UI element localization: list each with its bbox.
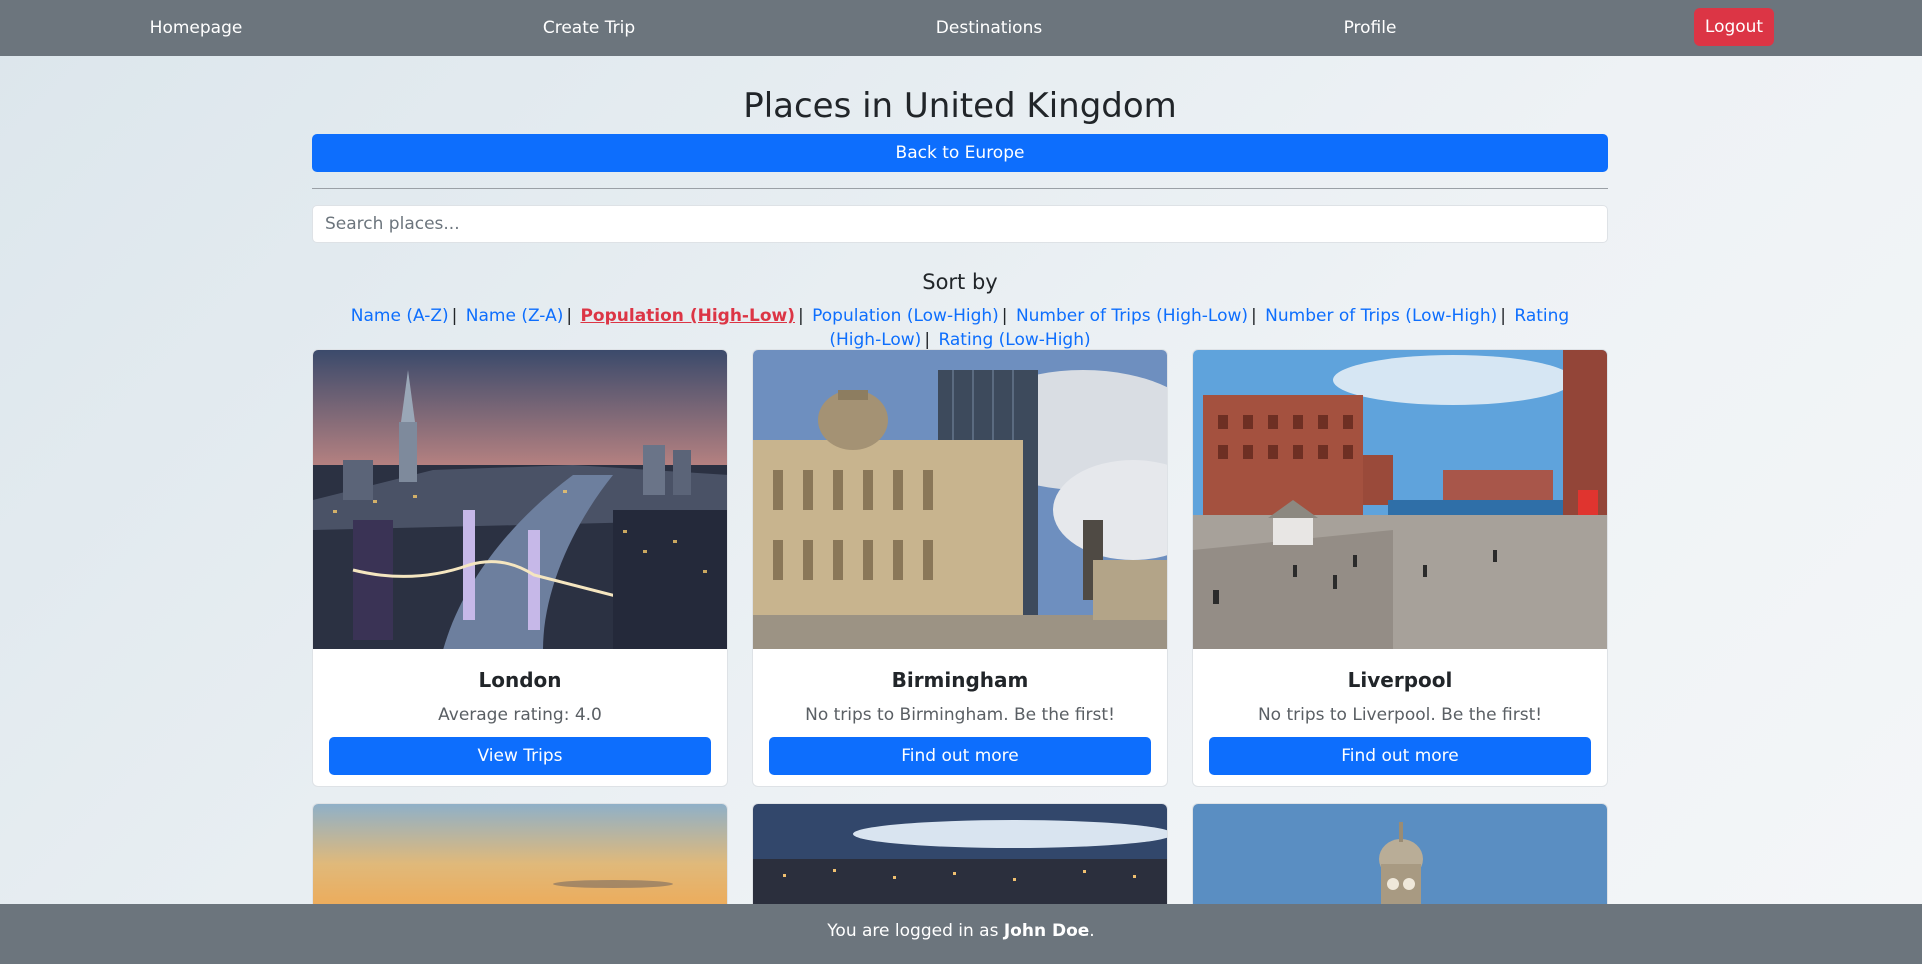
page-title: Places in United Kingdom xyxy=(743,86,1177,126)
nav-homepage-link[interactable]: Homepage xyxy=(150,0,243,56)
logout-button[interactable]: Logout xyxy=(1694,8,1774,46)
place-info-text: No trips to Liverpool. Be the first! xyxy=(1257,705,1543,725)
sort-name-az-link[interactable]: Name (A-Z) xyxy=(351,306,449,326)
back-to-europe-button[interactable]: Back to Europe xyxy=(312,134,1608,172)
separator: | xyxy=(566,306,573,326)
place-info-text: Average rating: 4.0 xyxy=(438,705,602,725)
nav-destinations-link[interactable]: Destinations xyxy=(936,0,1042,56)
place-card-liverpool: Liverpool No trips to Liverpool. Be the … xyxy=(1192,349,1608,787)
divider xyxy=(312,188,1608,189)
main-container: Places in United Kingdom Back to Europe … xyxy=(312,56,1608,352)
separator: | xyxy=(924,330,931,350)
view-trips-button[interactable]: View Trips xyxy=(329,737,711,775)
sort-name-za-link[interactable]: Name (Z-A) xyxy=(466,306,564,326)
place-name: London xyxy=(478,668,562,692)
top-navbar: Homepage Create Trip Destinations Profil… xyxy=(0,0,1922,56)
separator: | xyxy=(1001,306,1008,326)
separator: | xyxy=(1500,306,1506,326)
sort-heading: Sort by xyxy=(922,270,998,294)
place-card-birmingham: Birmingham No trips to Birmingham. Be th… xyxy=(752,349,1168,787)
logged-in-suffix: . xyxy=(1089,921,1095,941)
place-name: Birmingham xyxy=(891,668,1029,692)
place-info-text: No trips to Birmingham. Be the first! xyxy=(805,705,1115,725)
nav-create-trip-link[interactable]: Create Trip xyxy=(543,0,635,56)
sort-trips-high-low-link[interactable]: Number of Trips (High-Low) xyxy=(1016,306,1248,326)
nav-profile-link[interactable]: Profile xyxy=(1344,0,1397,56)
place-name: Liverpool xyxy=(1347,668,1453,692)
london-photo xyxy=(313,350,727,649)
sort-population-low-high-link[interactable]: Population (Low-High) xyxy=(812,306,999,326)
logged-in-username: John Doe xyxy=(1003,921,1090,941)
birmingham-photo xyxy=(753,350,1167,649)
place-card-london: London Average rating: 4.0 View Trips xyxy=(312,349,728,787)
separator: | xyxy=(797,306,804,326)
liverpool-photo xyxy=(1193,350,1607,649)
sort-population-high-low-link[interactable]: Population (High-Low) xyxy=(580,306,795,326)
separator: | xyxy=(451,306,458,326)
sort-trips-low-high-link[interactable]: Number of Trips (Low-High) xyxy=(1265,306,1497,326)
search-places-input[interactable] xyxy=(312,205,1608,243)
sort-options: Name (A-Z) | Name (Z-A) | Population (High… xyxy=(312,304,1608,352)
separator: | xyxy=(1251,306,1257,326)
footer: You are logged in as John Doe. xyxy=(0,904,1922,964)
sort-rating-low-high-link[interactable]: Rating (Low-High) xyxy=(938,330,1090,350)
logged-in-prefix: You are logged in as xyxy=(827,921,1004,941)
find-out-more-button[interactable]: Find out more xyxy=(1209,737,1591,775)
find-out-more-button[interactable]: Find out more xyxy=(769,737,1151,775)
